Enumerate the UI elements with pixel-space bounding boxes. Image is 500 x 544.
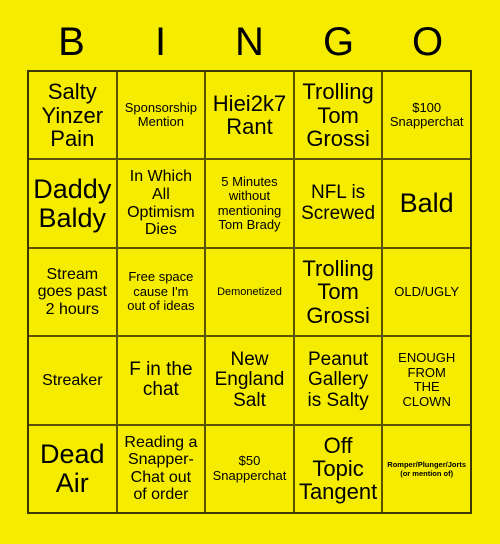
bingo-cell-b2[interactable]: Daddy Baldy	[29, 160, 116, 247]
bingo-cell-label: Streaker	[42, 371, 103, 389]
bingo-cell-label: Hiei2k7 Rant	[212, 90, 287, 140]
bingo-card: B I N G O Salty Yinzer Pain Sponsorship M…	[0, 0, 500, 544]
bingo-cell-o4[interactable]: ENOUGH FROM THE CLOWN	[383, 337, 470, 424]
bingo-cell-label: New England Salt	[214, 348, 285, 411]
header-letter-b: B	[58, 20, 85, 64]
bingo-cell-g3[interactable]: Trolling Tom Grossi	[294, 248, 382, 336]
bingo-cell-label: Reading a Snapper- Chat out of order	[124, 433, 198, 504]
bingo-cell-g2[interactable]: NFL is Screwed	[294, 160, 382, 247]
bingo-cell-b5[interactable]: Dead Air	[29, 425, 116, 512]
bingo-cell-i2[interactable]: In Which All Optimism Dies	[117, 160, 205, 247]
bingo-cell-i1[interactable]: Sponsorship Mention	[117, 72, 205, 159]
bingo-cell-i3[interactable]: Free space cause I'm out of ideas	[117, 248, 205, 336]
bingo-cell-label: Daddy Baldy	[33, 174, 112, 233]
bingo-cell-label: Salty Yinzer Pain	[41, 79, 104, 151]
bingo-cell-o5[interactable]: Romper/Plunger/Jorts (or mention of)	[383, 425, 470, 512]
bingo-cell-label: Bald	[399, 188, 454, 219]
bingo-grid: Salty Yinzer Pain Sponsorship Mention Hiei…	[27, 70, 472, 514]
bingo-cell-label: Demonetized	[217, 285, 282, 298]
bingo-cell-label: Stream goes past 2 hours	[37, 265, 107, 318]
bingo-cell-o1[interactable]: $100 Snapperchat	[383, 72, 470, 159]
bingo-cell-n1[interactable]: Hiei2k7 Rant	[206, 72, 293, 159]
bingo-cell-i5[interactable]: Reading a Snapper- Chat out of order	[117, 425, 205, 512]
bingo-cell-label: NFL is Screwed	[301, 182, 376, 224]
bingo-cell-label: Peanut Gallery is Salty	[307, 348, 369, 411]
bingo-cell-i4[interactable]: F in the chat	[117, 337, 205, 424]
bingo-cell-label: F in the chat	[129, 359, 193, 401]
header-letter-o: O	[411, 20, 444, 64]
bingo-cell-b1[interactable]: Salty Yinzer Pain	[29, 72, 116, 159]
header-letter-i: I	[154, 20, 167, 64]
bingo-cell-label: Sponsorship Mention	[124, 99, 198, 130]
bingo-header: B I N G O	[27, 14, 472, 70]
bingo-cell-label: ENOUGH FROM THE CLOWN	[398, 350, 456, 409]
bingo-cell-label: 5 Minutes without mentioning Tom Brady	[217, 173, 282, 233]
header-letter-g: G	[322, 20, 355, 64]
bingo-cell-label: Romper/Plunger/Jorts (or mention of)	[387, 459, 467, 478]
bingo-cell-b4[interactable]: Streaker	[29, 337, 116, 424]
bingo-cell-label: Trolling Tom Grossi	[302, 256, 374, 328]
bingo-cell-b3[interactable]: Stream goes past 2 hours	[29, 248, 116, 336]
bingo-cell-label: $100 Snapperchat	[389, 99, 464, 130]
bingo-cell-label: OLD/UGLY	[394, 283, 460, 299]
bingo-cell-label: In Which All Optimism Dies	[127, 168, 195, 239]
bingo-cell-label: Dead Air	[40, 439, 105, 498]
bingo-cell-g1[interactable]: Trolling Tom Grossi	[294, 72, 382, 159]
header-letter-n: N	[235, 20, 264, 64]
bingo-cell-label: $50 Snapperchat	[212, 453, 287, 483]
bingo-cell-g5[interactable]: Off Topic Tangent	[294, 425, 382, 512]
bingo-cell-g4[interactable]: Peanut Gallery is Salty	[294, 337, 382, 424]
bingo-cell-label: Free space cause I'm out of ideas	[127, 269, 195, 314]
bingo-cell-o2[interactable]: Bald	[383, 160, 470, 247]
bingo-cell-n5[interactable]: $50 Snapperchat	[206, 425, 293, 512]
bingo-cell-n3[interactable]: Demonetized	[206, 248, 293, 336]
bingo-cell-label: Trolling Tom Grossi	[302, 79, 374, 151]
bingo-cell-n4[interactable]: New England Salt	[206, 337, 293, 424]
bingo-cell-label: Off Topic Tangent	[298, 432, 378, 505]
bingo-cell-n2[interactable]: 5 Minutes without mentioning Tom Brady	[206, 160, 293, 247]
bingo-cell-o3[interactable]: OLD/UGLY	[383, 248, 470, 336]
